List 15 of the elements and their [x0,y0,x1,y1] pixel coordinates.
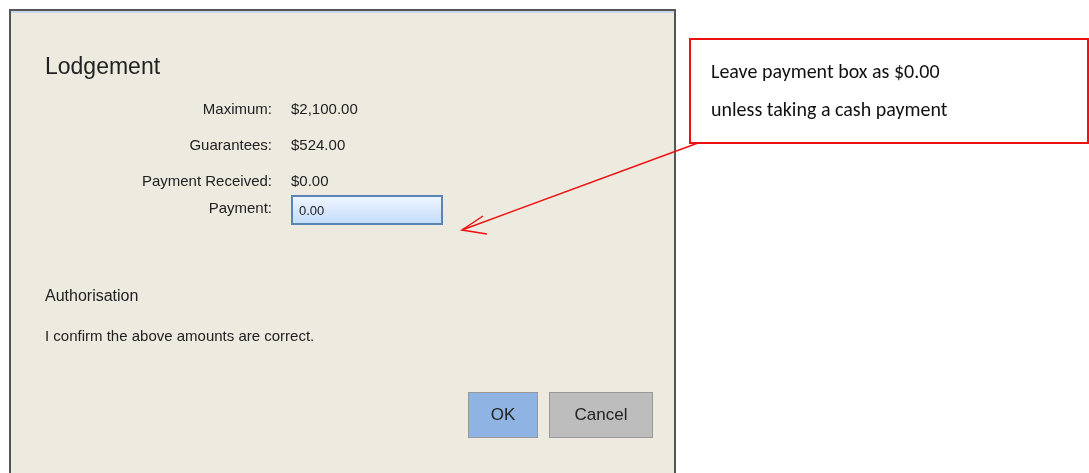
section-title: Authorisation [45,287,140,305]
field-label: Payment Received: [140,171,272,191]
ok-button[interactable]: OK [468,392,538,438]
field-value: $0.00 [291,171,330,191]
confirmation-text: I confirm the above amounts are correct. [45,327,316,344]
callout-text: Leave payment box as $0.00 [711,58,941,85]
field-value: $524.00 [291,135,347,155]
callout-text: unless taking a cash payment [711,96,949,123]
field-label: Guarantees: [188,135,272,155]
field-label: Maximum: [201,99,272,119]
cancel-button[interactable]: Cancel [549,392,653,438]
dialog-title: Lodgement [45,53,162,81]
field-label: Payment: [207,198,272,218]
payment-field[interactable]: 0.00 [291,195,443,225]
field-value: $2,100.00 [291,99,359,119]
